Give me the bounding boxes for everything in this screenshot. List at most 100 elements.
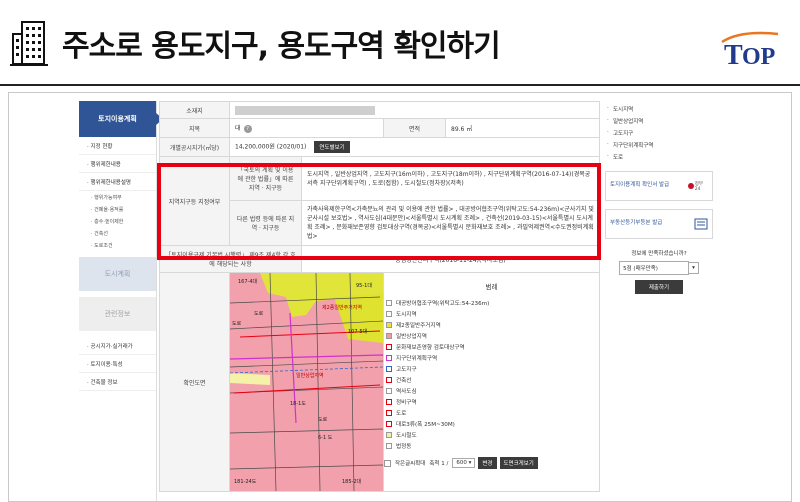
survey-select-value: 5점 (매우만족) <box>619 261 690 275</box>
price-cell: 14,200,000원 (2020/01) 연도별보기 <box>229 137 600 157</box>
address-redacted <box>235 105 375 115</box>
price-label: 개별공시지가(㎡당) <box>159 137 230 157</box>
nav-item-restriction[interactable]: · 행위제한내용 <box>79 155 156 173</box>
row-map: 확인도면 167-4대 도로 도로 95-1대 107-5대 18-1도 181… <box>159 272 600 492</box>
right-panel: 도시지역 일반상업지역 고도지구 지구단위계획구역 도로 토지이용계획 확인서 … <box>605 103 713 303</box>
row-national-zone: 지역지구등 지정여부 「국토의 계획 및 이용에 관한 법률」에 따른 지역 ·… <box>159 156 600 246</box>
legend-item-label: 정비구역 <box>396 399 417 406</box>
change-button[interactable]: 변경 <box>478 457 497 469</box>
address-label: 소재지 <box>159 101 230 119</box>
map-label-c: 도로 <box>254 311 264 317</box>
yearly-view-button[interactable]: 연도별보기 <box>314 141 350 153</box>
zoning-map[interactable]: 167-4대 도로 도로 95-1대 107-5대 18-1도 181-24도 … <box>230 273 383 491</box>
nav-item-building[interactable]: · 건축물 정보 <box>79 373 156 391</box>
zoom-map-button[interactable]: 도면크게보기 <box>499 457 538 469</box>
legend-item-label: 역사도심 <box>396 388 417 395</box>
gov24-logo: 정부24 <box>688 179 708 193</box>
nav-sub-setback[interactable]: · 건축선 <box>79 227 156 239</box>
slide: 주소로 용도지구, 용도구역 확인하기 T OP 토지이용계획 · 지정 현황 … <box>0 0 800 502</box>
rnb-item[interactable]: 지구단위계획구역 <box>605 139 713 151</box>
legend-item-label: 제2종일반주거지역 <box>396 322 441 329</box>
svg-text:OP: OP <box>742 44 775 70</box>
legend-swatch <box>386 420 392 427</box>
legend-swatch <box>386 299 392 306</box>
legend-swatch <box>386 409 392 416</box>
legend-swatch <box>386 398 392 405</box>
legend-item: 대공방어협조구역(위탁고도:54-236m) <box>386 297 597 308</box>
nav-sub-height[interactable]: · 층수·높이제한 <box>79 215 156 227</box>
legend-swatch <box>386 365 392 372</box>
rnb-item[interactable]: 도시지역 <box>605 103 713 115</box>
nav-item-land-use[interactable]: · 토지이용·특성 <box>79 355 156 373</box>
national-law-value: 도시지역 , 일반상업지역 , 고도지구(16m이하) , 고도지구(18m이하… <box>301 156 600 201</box>
registry-icon <box>694 218 708 230</box>
legend-item: 제2종일반주거지역 <box>386 319 597 330</box>
nav-box-urban-plan[interactable]: 도시계획 <box>79 257 156 291</box>
legend-item-label: 대공방어협조구역(위탁고도:54-236m) <box>396 300 490 307</box>
survey-select[interactable]: 5점 (매우만족) ▾ <box>605 261 713 275</box>
scale-value: 600 <box>456 460 467 466</box>
legend-item-label: 건축선 <box>396 377 412 384</box>
top-logo: T OP <box>721 31 779 70</box>
nav-sub-road[interactable]: · 도로조건 <box>79 239 156 251</box>
legend-item: 법정동 <box>386 440 597 451</box>
legend-item: 역사도심 <box>386 385 597 396</box>
national-law-label: 「국토의 계획 및 이용에 관한 법률」에 따른 지역 · 지구등 <box>229 156 302 201</box>
legend-swatch <box>386 376 392 383</box>
other-law-value: 가축사육제한구역<가축분뇨의 관리 및 이용에 관한 법률> , 대공방어협조구… <box>301 200 600 246</box>
legend-item: 정비구역 <box>386 396 597 407</box>
enlarge-text-label: 작은글씨확대 <box>395 461 426 467</box>
slide-title: 주소로 용도지구, 용도구역 확인하기 <box>62 29 501 64</box>
nav-sub-coverage[interactable]: · 건폐율·용적률 <box>79 203 156 215</box>
legend-item: 대로3류(폭 25M~30M) <box>386 418 597 429</box>
nav-sub-allowed[interactable]: · 행위가능여부 <box>79 191 156 203</box>
area-label: 면적 <box>383 118 446 138</box>
map-label-i: 6-1 도 <box>318 435 333 441</box>
legend-footer: 작은글씨확대 축척 1 / 600 ▾ 변경 도면크게보기 <box>384 457 599 469</box>
map-label-k: 제2종일반주거지역 <box>322 304 362 311</box>
legend-cell: 범례 대공방어협조구역(위탁고도:54-236m) 도시지역 제2종일반주거지역… <box>383 272 600 492</box>
scale-select[interactable]: 600 ▾ <box>452 458 476 468</box>
rnb-item[interactable]: 일반상업지역 <box>605 115 713 127</box>
legend-swatch <box>386 332 392 339</box>
map-label-b: 도로 <box>232 321 242 327</box>
nav-item-land-price[interactable]: · 공시지가·실거래가 <box>79 337 156 355</box>
enforcement-value: 중점경관관리구역(2016-11-24)(역사도심) <box>301 245 600 273</box>
legend-item: 고도지구 <box>386 363 597 374</box>
map-label-d: 95-1대 <box>356 282 372 289</box>
legend-item-label: 고도지구 <box>396 366 417 373</box>
survey-submit-button[interactable]: 제출하기 <box>634 280 684 294</box>
nav-item-status[interactable]: · 지정 현황 <box>79 137 156 155</box>
registry-card-label: 부동산등기부등본 발급 <box>610 220 663 227</box>
nav-item-restriction-desc[interactable]: · 행위제한내용설명 <box>79 173 156 191</box>
jimok-label: 지목 <box>159 118 230 138</box>
map-label-f: 18-1도 <box>290 401 306 407</box>
map-label-l: 일반상업지역 <box>296 372 324 379</box>
legend-title: 범례 <box>485 283 498 291</box>
legend-swatch <box>386 431 392 438</box>
map-label-j: 도로 <box>318 417 328 423</box>
legend-item: 일반상업지역 <box>386 330 597 341</box>
jimok-cell: 대? <box>229 118 384 138</box>
help-icon[interactable]: ? <box>243 124 252 133</box>
rnb-item[interactable]: 고도지구 <box>605 127 713 139</box>
certificate-card[interactable]: 토지이용계획 확인서 발급 정부24 <box>605 171 713 201</box>
legend-item: 도시지역 <box>386 308 597 319</box>
legend-swatch <box>386 321 392 328</box>
address-value <box>229 101 600 119</box>
map-cell: 167-4대 도로 도로 95-1대 107-5대 18-1도 181-24도 … <box>229 272 384 492</box>
building-icon <box>10 21 48 66</box>
registry-card[interactable]: 부동산등기부등본 발급 <box>605 209 713 239</box>
legend-swatch <box>386 442 392 449</box>
row-price: 개별공시지가(㎡당) 14,200,000원 (2020/01) 연도별보기 <box>159 137 600 157</box>
legend-item-label: 문화재보존영향 검토대상구역 <box>396 344 465 351</box>
enlarge-text-checkbox[interactable] <box>384 459 391 467</box>
legend-item: 지구단위계획구역 <box>386 352 597 363</box>
legend-swatch <box>386 387 392 394</box>
left-nav-header[interactable]: 토지이용계획 <box>79 101 163 137</box>
legend-item-label: 도시철도 <box>396 432 417 439</box>
jimok-value: 대 <box>235 125 241 133</box>
legend-swatch <box>386 310 392 317</box>
nav-box-related[interactable]: 관련정보 <box>79 297 156 331</box>
rnb-item[interactable]: 도로 <box>605 151 713 163</box>
